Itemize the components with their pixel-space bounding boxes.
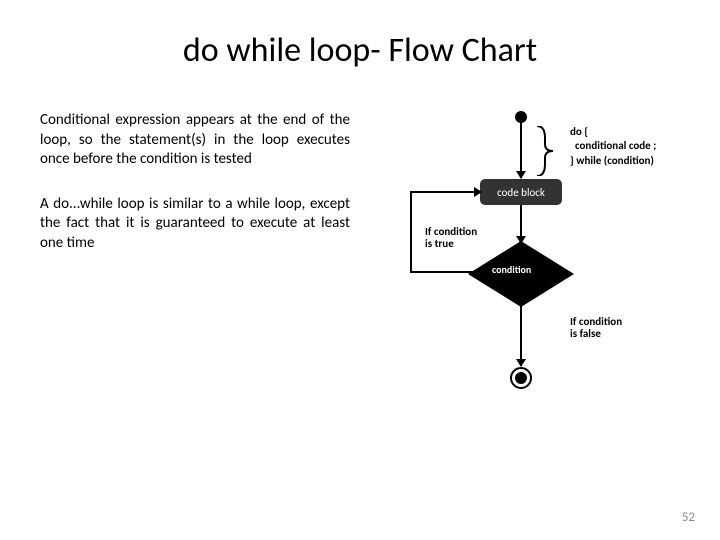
condition-label: condition — [492, 263, 531, 276]
paragraph-2: A do...while loop is similar to a while … — [40, 195, 350, 254]
syntax-label: do { conditional code ; } while (conditi… — [570, 125, 656, 168]
false-line-2: is false — [570, 328, 622, 340]
start-node-icon — [515, 111, 527, 123]
code-block-node: code block — [480, 179, 562, 205]
arrow-down-icon — [516, 359, 526, 367]
page-number: 52 — [682, 510, 695, 525]
slide: do while loop- Flow Chart Conditional ex… — [0, 0, 720, 540]
flow-line — [410, 191, 480, 193]
content-row: Conditional expression appears at the en… — [40, 111, 680, 411]
text-column: Conditional expression appears at the en… — [40, 111, 350, 411]
syntax-line-3: } while (condition) — [570, 154, 656, 168]
paragraph-1: Conditional expression appears at the en… — [40, 111, 350, 170]
true-line-2: is true — [425, 238, 477, 250]
end-node-inner-icon — [515, 372, 527, 384]
syntax-line-2: conditional code ; — [570, 139, 656, 153]
end-node-icon — [510, 367, 532, 389]
syntax-line-1: do { — [570, 125, 656, 139]
brace-icon — [535, 126, 565, 180]
true-branch-label: If condition is true — [425, 226, 477, 250]
arrow-right-icon — [474, 187, 482, 197]
false-branch-label: If condition is false — [570, 316, 622, 340]
arrow-down-icon — [516, 171, 526, 179]
flowchart: do { conditional code ; } while (conditi… — [370, 111, 670, 411]
flow-line — [410, 271, 475, 273]
slide-title: do while loop- Flow Chart — [40, 30, 680, 71]
flow-line — [520, 123, 522, 178]
flow-line — [410, 191, 412, 273]
flow-line — [520, 306, 522, 366]
